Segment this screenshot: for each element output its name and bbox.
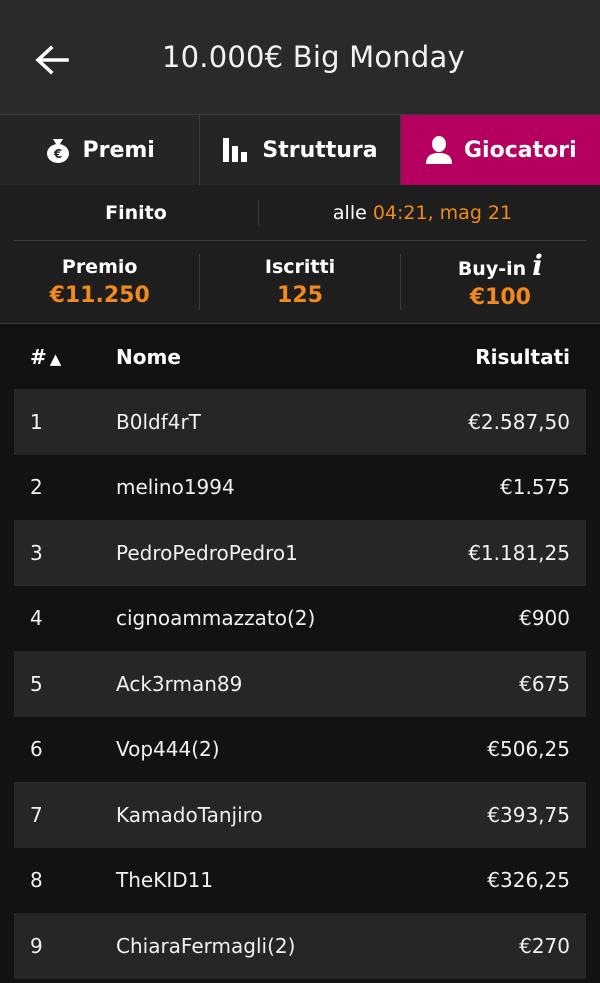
status-datetime: 04:21, mag 21 — [372, 201, 513, 224]
row-rank: 2 — [30, 475, 43, 500]
row-rank: 1 — [30, 409, 43, 434]
stat-buyin-label: Buy-in — [457, 257, 527, 280]
row-result: €675 — [519, 671, 570, 696]
row-name: PedroPedroPedro1 — [116, 540, 298, 565]
player-list: 1 B0ldf4rT €2.587,50 2 melino1994 €1.575… — [0, 389, 600, 979]
tab-struttura[interactable]: Struttura — [200, 115, 401, 185]
page-title: 10.000€ Big Monday — [162, 40, 465, 74]
table-header: # ▲ Nome Risultati — [0, 324, 600, 389]
row-name: Vop444(2) — [116, 737, 220, 762]
row-result: €1.575 — [500, 475, 570, 500]
table-row[interactable]: 1 B0ldf4rT €2.587,50 — [14, 389, 586, 455]
stat-prize-value: €11.250 — [49, 283, 150, 308]
column-header-result[interactable]: Risultati — [475, 345, 570, 369]
row-result: €2.587,50 — [468, 409, 570, 434]
rank-header-label: # — [30, 344, 47, 369]
stat-entries: Iscritti 125 — [199, 254, 399, 310]
status-row: Finito alle 04:21, mag 21 — [14, 185, 586, 241]
tab-premi-label: Premi — [82, 137, 155, 163]
sort-ascending-icon: ▲ — [49, 349, 62, 368]
table-row[interactable]: 3 PedroPedroPedro1 €1.181,25 — [14, 520, 586, 586]
row-name: melino1994 — [116, 475, 235, 500]
row-result: €393,75 — [487, 802, 570, 827]
bar-chart-icon — [223, 138, 248, 162]
row-name: ChiaraFermagli(2) — [116, 933, 296, 958]
stat-prize: Premio €11.250 — [0, 254, 199, 310]
row-rank: 3 — [30, 540, 43, 565]
row-name: B0ldf4rT — [116, 409, 201, 434]
row-result: €1.181,25 — [468, 540, 570, 565]
info-icon[interactable]: i — [532, 249, 543, 282]
stat-buyin: Buy-in i €100 — [399, 251, 600, 310]
tab-premi[interactable]: € Premi — [0, 115, 201, 185]
row-name: Ack3rman89 — [116, 671, 243, 696]
status-time: alle 04:21, mag 21 — [259, 202, 586, 224]
stat-entries-value: 125 — [277, 283, 323, 308]
row-rank: 5 — [30, 671, 43, 696]
column-header-name[interactable]: Nome — [116, 345, 475, 369]
stat-entries-label: Iscritti — [264, 256, 336, 278]
row-result: €270 — [519, 933, 570, 958]
stat-buyin-value: €100 — [469, 284, 531, 310]
row-result: €506,25 — [487, 737, 570, 762]
money-bag-icon: € — [47, 139, 70, 163]
row-rank: 7 — [30, 802, 43, 827]
row-rank: 4 — [30, 606, 43, 631]
back-button[interactable] — [30, 40, 74, 80]
status-prefix: alle — [332, 201, 367, 224]
table-row[interactable]: 5 Ack3rman89 €675 — [14, 651, 586, 717]
table-row[interactable]: 8 TheKID11 €326,25 — [14, 848, 586, 914]
user-icon — [426, 136, 452, 164]
table-row[interactable]: 2 melino1994 €1.575 — [14, 455, 586, 521]
row-rank: 9 — [30, 933, 43, 958]
tab-giocatori[interactable]: Giocatori — [400, 115, 600, 185]
row-name: cignoammazzato(2) — [116, 606, 316, 631]
status-state: Finito — [14, 199, 259, 226]
table-row[interactable]: 6 Vop444(2) €506,25 — [14, 717, 586, 783]
row-name: KamadoTanjiro — [116, 802, 263, 827]
table-row[interactable]: 7 KamadoTanjiro €393,75 — [14, 782, 586, 848]
table-row[interactable]: 4 cignoammazzato(2) €900 — [14, 586, 586, 652]
stat-prize-label: Premio — [61, 256, 138, 278]
table-row[interactable]: 9 ChiaraFermagli(2) €270 — [14, 913, 586, 979]
arrow-left-icon — [35, 45, 69, 75]
column-header-rank[interactable]: # ▲ — [30, 345, 116, 369]
tab-struttura-label: Struttura — [262, 137, 378, 163]
tournament-info: Finito alle 04:21, mag 21 Premio €11.250… — [0, 185, 600, 324]
row-result: €900 — [519, 606, 570, 631]
stats-row: Premio €11.250 Iscritti 125 Buy-in i €100 — [0, 241, 600, 324]
row-result: €326,25 — [487, 868, 570, 893]
tab-bar: € Premi Struttura Giocatori — [0, 115, 600, 185]
app-header: 10.000€ Big Monday — [0, 0, 600, 115]
row-rank: 6 — [30, 737, 43, 762]
svg-text:€: € — [53, 147, 62, 161]
row-name: TheKID11 — [116, 868, 214, 893]
tab-giocatori-label: Giocatori — [464, 137, 577, 163]
row-rank: 8 — [30, 868, 43, 893]
